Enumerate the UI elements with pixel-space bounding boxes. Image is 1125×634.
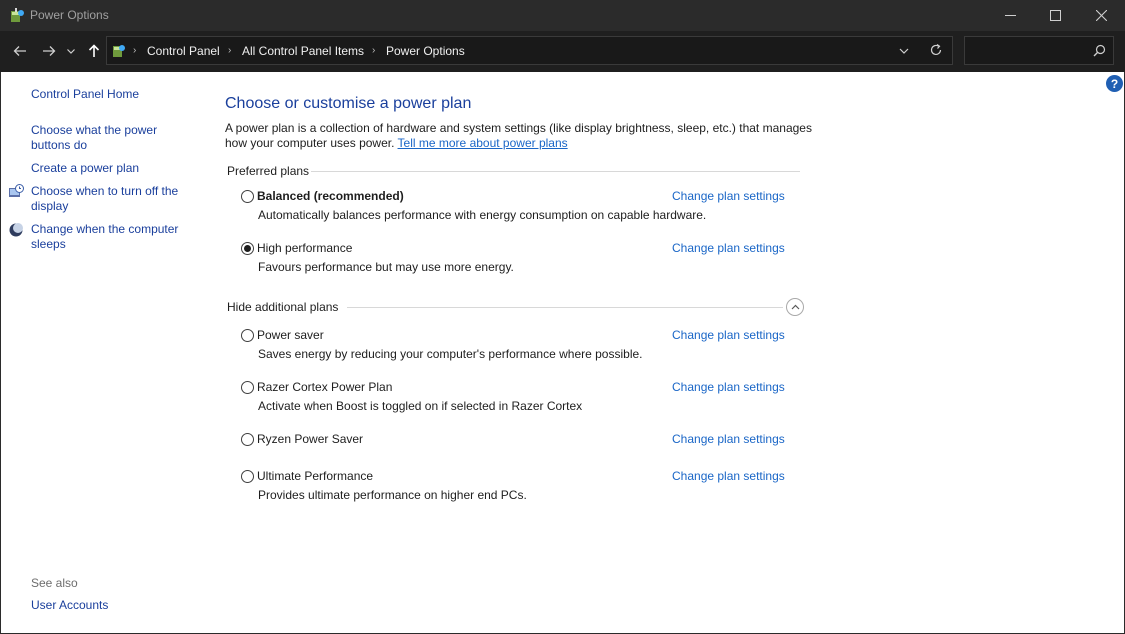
chevron-down-icon bbox=[67, 49, 75, 54]
preferred-plans-heading: Preferred plans bbox=[227, 164, 310, 178]
change-plan-settings-ultimate-performance[interactable]: Change plan settings bbox=[672, 469, 785, 483]
plan-name-ryzen-power-saver: Ryzen Power Saver bbox=[257, 432, 364, 446]
group-divider bbox=[311, 171, 800, 172]
maximize-icon bbox=[1049, 10, 1061, 21]
radio-ryzen-power-saver[interactable] bbox=[241, 433, 254, 446]
breadcrumb-separator-icon: › bbox=[228, 45, 232, 56]
sidebar-link-turn-off-display[interactable]: Choose when to turn off the display bbox=[31, 184, 191, 214]
plan-desc-power-saver: Saves energy by reducing your computer's… bbox=[258, 347, 643, 361]
radio-balanced[interactable] bbox=[241, 190, 254, 203]
sidebar-link-computer-sleeps[interactable]: Change when the computer sleeps bbox=[31, 222, 191, 252]
plan-desc-razer-cortex: Activate when Boost is toggled on if sel… bbox=[258, 399, 583, 413]
display-clock-icon bbox=[9, 184, 24, 197]
see-also-label: See also bbox=[31, 576, 78, 590]
plan-desc-high-performance: Favours performance but may use more ene… bbox=[258, 260, 514, 274]
radio-ultimate-performance[interactable] bbox=[241, 470, 254, 483]
address-bar[interactable]: › Control Panel › All Control Panel Item… bbox=[106, 36, 953, 65]
radio-razer-cortex[interactable] bbox=[241, 381, 254, 394]
intro-paragraph: A power plan is a collection of hardware… bbox=[225, 121, 825, 151]
refresh-icon[interactable] bbox=[929, 43, 943, 57]
group-divider bbox=[347, 307, 783, 308]
plan-name-razer-cortex: Razer Cortex Power Plan bbox=[257, 380, 393, 394]
plan-desc-balanced: Automatically balances performance with … bbox=[258, 208, 707, 222]
collapse-plans-button[interactable] bbox=[786, 298, 804, 316]
search-box[interactable] bbox=[964, 36, 1114, 65]
change-plan-settings-power-saver[interactable]: Change plan settings bbox=[672, 328, 785, 342]
additional-plans-heading[interactable]: Hide additional plans bbox=[227, 300, 338, 314]
recent-locations-button[interactable] bbox=[63, 40, 79, 62]
help-icon[interactable]: ? bbox=[1106, 75, 1123, 92]
sidebar-link-power-buttons[interactable]: Choose what the power buttons do bbox=[31, 123, 171, 153]
forward-button[interactable] bbox=[38, 40, 60, 62]
search-icon[interactable] bbox=[1093, 44, 1106, 57]
plan-name-ultimate-performance: Ultimate Performance bbox=[257, 469, 374, 483]
breadcrumb-control-panel[interactable]: Control Panel bbox=[147, 44, 220, 58]
search-input[interactable] bbox=[969, 41, 1087, 60]
forward-arrow-icon bbox=[43, 46, 56, 56]
title-bar: Power Options bbox=[0, 0, 1125, 31]
plan-desc-ultimate-performance: Provides ultimate performance on higher … bbox=[258, 488, 527, 502]
breadcrumb-separator-icon: › bbox=[372, 45, 376, 56]
power-options-icon bbox=[113, 45, 125, 57]
sleep-moon-icon bbox=[9, 223, 23, 237]
back-button[interactable] bbox=[9, 40, 31, 62]
radio-power-saver[interactable] bbox=[241, 329, 254, 342]
minimize-button[interactable] bbox=[987, 0, 1033, 31]
sidebar-link-user-accounts[interactable]: User Accounts bbox=[31, 598, 108, 613]
plan-name-high-performance: High performance bbox=[257, 241, 353, 255]
change-plan-settings-high-performance[interactable]: Change plan settings bbox=[672, 241, 785, 255]
maximize-button[interactable] bbox=[1032, 0, 1078, 31]
radio-high-performance[interactable] bbox=[241, 242, 254, 255]
sidebar-link-control-panel-home[interactable]: Control Panel Home bbox=[31, 87, 139, 102]
breadcrumb-power-options[interactable]: Power Options bbox=[386, 44, 465, 58]
change-plan-settings-ryzen-power-saver[interactable]: Change plan settings bbox=[672, 432, 785, 446]
plan-name-balanced: Balanced (recommended) bbox=[257, 189, 404, 203]
close-icon bbox=[1095, 10, 1107, 21]
close-button[interactable] bbox=[1078, 0, 1124, 31]
back-arrow-icon bbox=[13, 46, 26, 56]
breadcrumb-separator-icon: › bbox=[133, 45, 137, 56]
breadcrumb-all-items[interactable]: All Control Panel Items bbox=[242, 44, 364, 58]
chevron-up-icon bbox=[791, 304, 799, 309]
sidebar-link-create-plan[interactable]: Create a power plan bbox=[31, 161, 139, 176]
page-title: Choose or customise a power plan bbox=[225, 95, 472, 112]
navigation-bar: › Control Panel › All Control Panel Item… bbox=[0, 31, 1125, 72]
content-area: ? Control Panel Home Choose what the pow… bbox=[0, 72, 1125, 634]
change-plan-settings-balanced[interactable]: Change plan settings bbox=[672, 189, 785, 203]
power-options-icon bbox=[11, 8, 24, 22]
window-title: Power Options bbox=[30, 8, 109, 22]
plan-name-power-saver: Power saver bbox=[257, 328, 324, 342]
minimize-icon bbox=[1004, 15, 1016, 16]
address-dropdown-icon[interactable] bbox=[897, 44, 911, 58]
tell-me-more-link[interactable]: Tell me more about power plans bbox=[398, 136, 568, 150]
up-arrow-icon bbox=[88, 44, 100, 57]
up-button[interactable] bbox=[83, 40, 105, 62]
change-plan-settings-razer-cortex[interactable]: Change plan settings bbox=[672, 380, 785, 394]
